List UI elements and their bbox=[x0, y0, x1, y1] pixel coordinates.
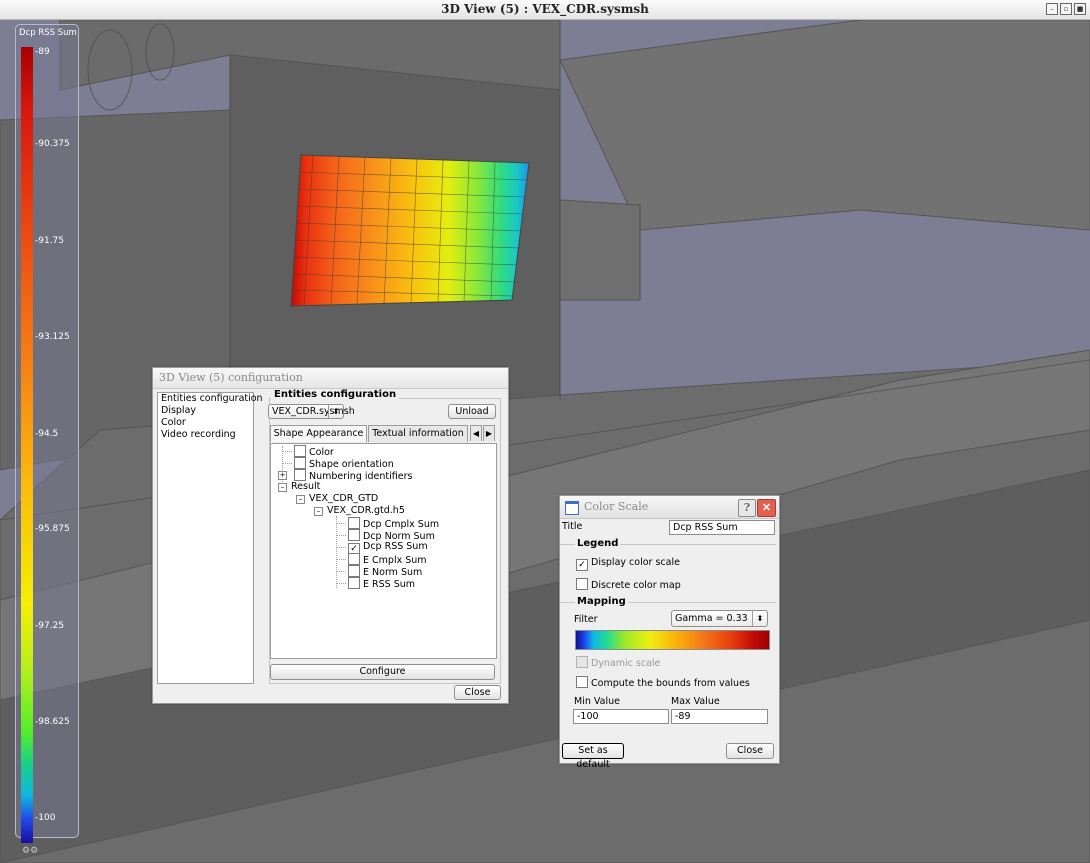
legend-tick: -89 bbox=[35, 47, 50, 57]
nav-item-entities[interactable]: Entities configuration bbox=[158, 393, 263, 405]
min-value-field[interactable]: -100 bbox=[573, 709, 669, 724]
configure-button[interactable]: Configure bbox=[270, 664, 495, 680]
legend-tick: -94.5 bbox=[35, 429, 59, 439]
tree-item-numbering[interactable]: Numbering identifiers bbox=[294, 469, 412, 482]
collapse-icon[interactable]: – bbox=[296, 495, 305, 504]
close-button[interactable]: Close bbox=[454, 685, 501, 700]
color-scale-close-button[interactable]: Close bbox=[726, 743, 774, 759]
tree-item-result-2[interactable]: ✓ Dcp RSS Sum bbox=[348, 541, 428, 555]
dialog-title: Color Scale ? ✕ bbox=[560, 496, 779, 519]
checkbox[interactable] bbox=[294, 457, 306, 469]
dialog-title: 3D View (5) configuration bbox=[153, 368, 508, 389]
nav-item-color[interactable]: Color bbox=[158, 417, 253, 429]
max-value-label: Max Value bbox=[671, 696, 720, 707]
display-color-scale-checkbox[interactable]: ✓ Display color scale bbox=[576, 557, 680, 571]
legend-color-bar bbox=[21, 47, 33, 843]
close-icon[interactable]: ✕ bbox=[757, 499, 776, 517]
legend-tick: -98.625 bbox=[35, 717, 70, 727]
tree-item-result-0[interactable]: Dcp Cmplx Sum bbox=[348, 517, 439, 530]
nav-item-display[interactable]: Display bbox=[158, 405, 253, 417]
checkbox[interactable] bbox=[348, 553, 360, 565]
collapse-icon[interactable]: – bbox=[278, 483, 287, 492]
window-titlebar: 3D View (5) : VEX_CDR.sysmsh – ▫ ■ bbox=[0, 0, 1090, 20]
checkbox[interactable] bbox=[348, 565, 360, 577]
title-label: Title bbox=[562, 521, 583, 532]
filter-select-value: Gamma = 0.33 bbox=[675, 613, 748, 624]
checkbox[interactable] bbox=[576, 578, 588, 590]
legend-title: Dcp RSS Sum bbox=[19, 28, 77, 38]
tree-item-result-1[interactable]: Dcp Norm Sum bbox=[348, 529, 435, 542]
max-value-field[interactable]: -89 bbox=[671, 709, 768, 724]
color-scale-title: Color Scale bbox=[584, 500, 649, 513]
checkbox[interactable] bbox=[576, 676, 588, 688]
set-as-default-button[interactable]: Set as default bbox=[562, 743, 624, 770]
compute-bounds-checkbox[interactable]: Compute the bounds from values bbox=[576, 676, 750, 689]
tree-item-result-3[interactable]: E Cmplx Sum bbox=[348, 553, 427, 566]
tree-item-shape-orientation[interactable]: Shape orientation bbox=[294, 457, 394, 470]
restore-button[interactable]: ▫ bbox=[1060, 3, 1072, 15]
tree-item-gtd[interactable]: VEX_CDR_GTD bbox=[309, 493, 378, 505]
config-nav-list: Entities configuration Display Color Vid… bbox=[157, 392, 263, 684]
dynamic-scale-checkbox[interactable]: Dynamic scale bbox=[576, 656, 660, 669]
checkbox[interactable] bbox=[294, 445, 306, 457]
unload-button[interactable]: Unload bbox=[448, 404, 496, 419]
tree-item-color[interactable]: Color bbox=[294, 445, 334, 458]
checkbox[interactable] bbox=[348, 517, 360, 529]
legend-tick: -93.125 bbox=[35, 332, 70, 342]
tree-item-result-5[interactable]: E RSS Sum bbox=[348, 577, 415, 590]
checkbox-checked[interactable]: ✓ bbox=[576, 559, 588, 571]
tree-item-result[interactable]: Result bbox=[291, 481, 320, 493]
collapse-icon[interactable]: – bbox=[314, 507, 323, 516]
entities-group-title: Entities configuration bbox=[271, 389, 400, 400]
help-icon[interactable]: ? bbox=[738, 499, 756, 517]
tab-scroll-right-icon[interactable]: ▶ bbox=[483, 425, 495, 441]
expand-icon[interactable]: + bbox=[278, 471, 287, 480]
window-title: 3D View (5) : VEX_CDR.sysmsh bbox=[441, 2, 649, 16]
tree-item-result-4[interactable]: E Norm Sum bbox=[348, 565, 422, 578]
color-gradient-preview bbox=[575, 630, 770, 650]
filter-select[interactable]: Gamma = 0.33 ⬍ bbox=[671, 610, 768, 627]
app-logo-icon: ⚙⚙ bbox=[22, 846, 39, 856]
checkbox[interactable] bbox=[294, 469, 306, 481]
min-value-label: Min Value bbox=[574, 696, 620, 707]
tab-shape-appearance[interactable]: Shape Appearance bbox=[270, 425, 367, 442]
checkbox[interactable] bbox=[348, 529, 360, 541]
window-icon bbox=[565, 501, 579, 515]
minimize-button[interactable]: – bbox=[1046, 3, 1058, 15]
legend-tick: -97.25 bbox=[35, 621, 65, 631]
tab-textual-information[interactable]: Textual information bbox=[368, 425, 468, 442]
discrete-color-map-checkbox[interactable]: Discrete color map bbox=[576, 578, 681, 591]
legend-tick: -100 bbox=[35, 813, 56, 823]
title-field[interactable]: Dcp RSS Sum bbox=[669, 520, 775, 535]
mapping-section-title: Mapping bbox=[575, 596, 628, 607]
maximize-button[interactable]: ■ bbox=[1074, 3, 1086, 15]
color-legend: Dcp RSS Sum -89 -90.375 -91.75 -93.125 -… bbox=[15, 24, 79, 843]
window-controls: – ▫ ■ bbox=[1046, 3, 1086, 15]
checkbox-disabled[interactable] bbox=[576, 656, 588, 668]
tab-scroll-left-icon[interactable]: ◀ bbox=[470, 425, 482, 441]
tree-item-h5[interactable]: VEX_CDR.gtd.h5 bbox=[327, 505, 405, 517]
legend-tick: -91.75 bbox=[35, 236, 65, 246]
filter-label: Filter bbox=[574, 614, 598, 625]
updown-arrow-icon: ⬍ bbox=[752, 611, 767, 626]
entity-select[interactable]: VEX_CDR.sysmsh ⬍ bbox=[268, 404, 355, 419]
legend-tick: -90.375 bbox=[35, 139, 70, 149]
legend-section-title: Legend bbox=[575, 538, 621, 549]
legend-tick: -95.875 bbox=[35, 524, 70, 534]
checkbox[interactable] bbox=[348, 577, 360, 589]
nav-item-video[interactable]: Video recording bbox=[158, 429, 253, 441]
updown-arrow-icon: ⬍ bbox=[328, 405, 343, 418]
